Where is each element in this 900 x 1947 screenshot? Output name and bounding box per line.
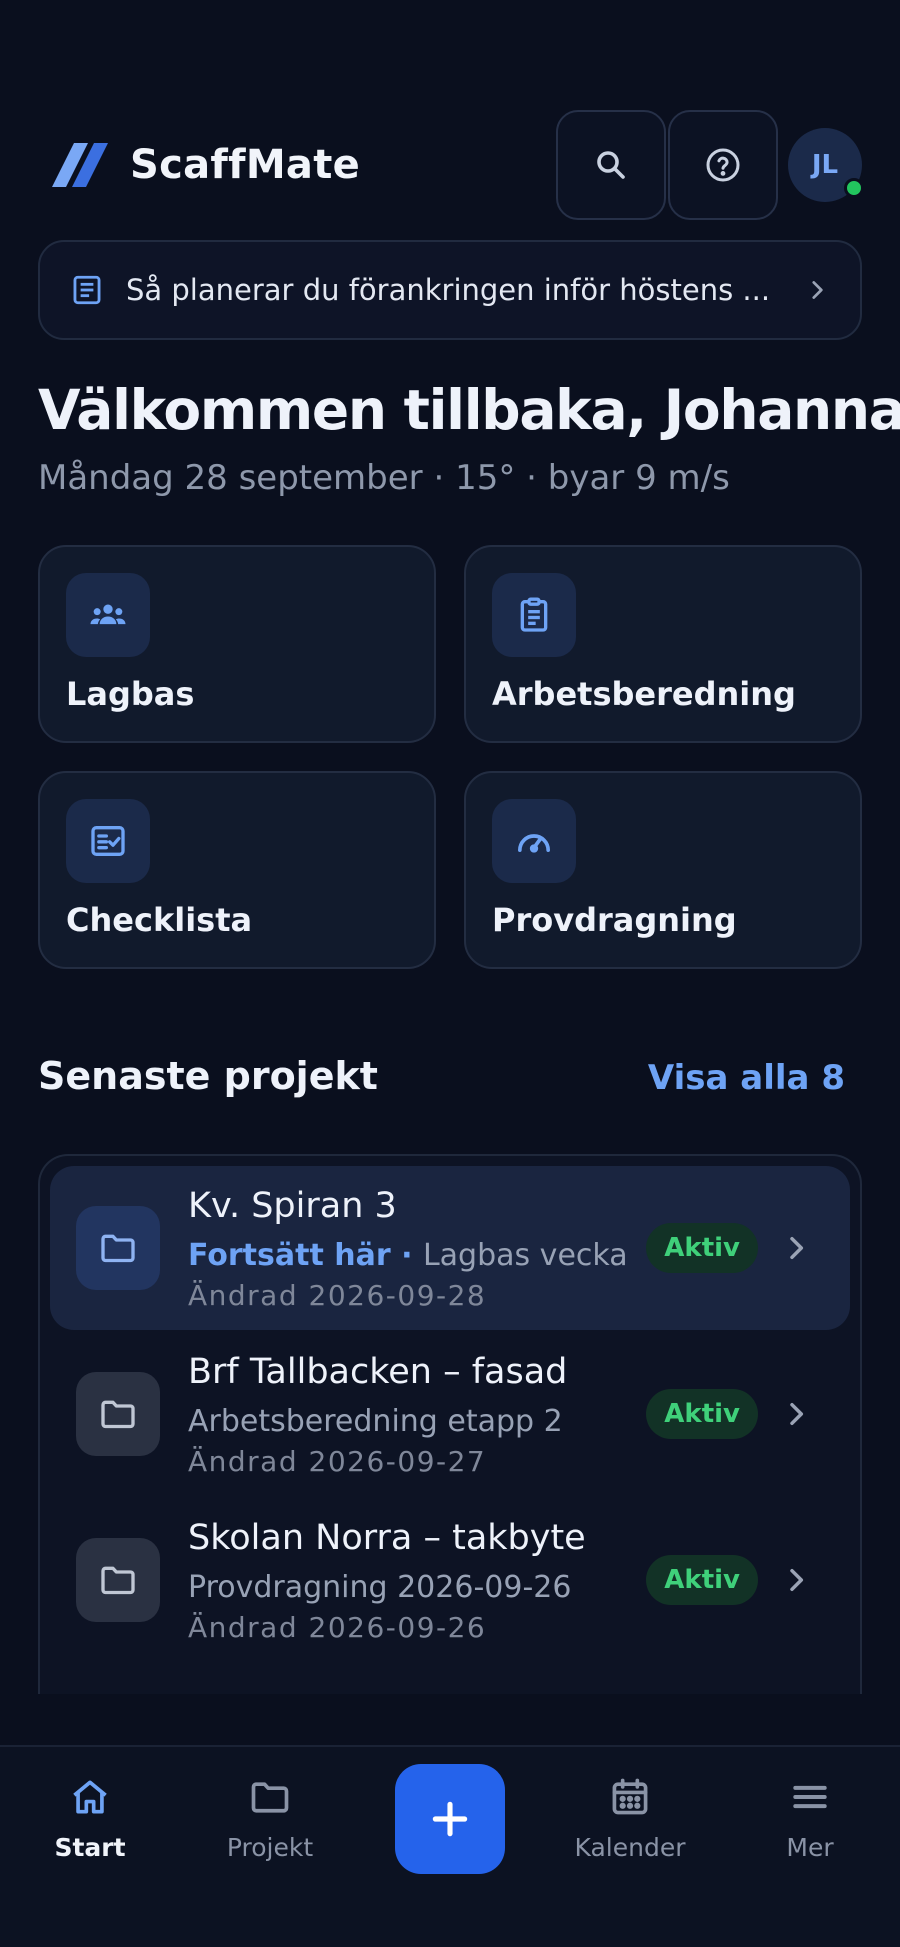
add-button[interactable]	[395, 1764, 505, 1874]
tab-label: Kalender	[574, 1833, 686, 1862]
announcement-text: Så planerar du förankringen inför hösten…	[126, 273, 771, 307]
quick-action-label: Arbetsberedning	[492, 675, 796, 713]
chevron-right-icon	[790, 1402, 804, 1426]
project-subtitle: Arbetsberedning etapp 2	[188, 1404, 563, 1439]
quick-action-label: Lagbas	[66, 675, 195, 713]
project-row[interactable]: Brf Tallbacken – fasad Arbetsberedning e…	[50, 1332, 850, 1496]
search-button[interactable]	[556, 110, 666, 220]
avatar-initials: JL	[811, 150, 839, 180]
view-all-link[interactable]: Visa alla 8	[648, 1058, 845, 1098]
folder-icon	[101, 1566, 135, 1595]
tab-start[interactable]: Start	[10, 1775, 170, 1895]
continue-label: Fortsätt här	[188, 1238, 391, 1273]
tab-kalender[interactable]: Kalender	[550, 1775, 710, 1895]
folder-icon	[101, 1234, 135, 1263]
project-modified-date: Ändrad 2026-09-27	[188, 1445, 487, 1478]
project-subtitle: Fortsätt här · Lagbas vecka ...	[188, 1238, 638, 1273]
quick-action-label: Checklista	[66, 901, 253, 939]
calendar-icon	[612, 1778, 648, 1815]
subtitle-separator: ·	[390, 1238, 423, 1273]
chevron-right-icon	[790, 1236, 804, 1260]
tab-label: Projekt	[226, 1833, 314, 1862]
project-name: Brf Tallbacken – fasad	[188, 1352, 568, 1392]
folder-icon	[101, 1400, 135, 1429]
checklist-icon	[91, 826, 125, 856]
search-icon	[597, 151, 625, 179]
project-subtitle: Provdragning 2026-09-26	[188, 1570, 572, 1605]
status-badge: Aktiv	[646, 1223, 758, 1273]
status-badge: Aktiv	[646, 1555, 758, 1605]
date-weather-subtitle: Måndag 28 september · 15° · byar 9 m/s	[38, 458, 730, 498]
help-button[interactable]	[668, 110, 778, 220]
announcement-banner[interactable]: Så planerar du förankringen inför hösten…	[38, 240, 862, 340]
brand-name: ScaffMate	[130, 142, 361, 188]
gauge-icon	[518, 834, 550, 853]
quick-action-arbetsberedning[interactable]: Arbetsberedning	[464, 545, 862, 743]
quick-action-label: Provdragning	[492, 901, 737, 939]
chevron-right-icon	[790, 1568, 804, 1592]
quick-action-provdragning[interactable]: Provdragning	[464, 771, 862, 969]
team-icon	[90, 604, 126, 625]
tab-mer[interactable]: Mer	[730, 1775, 890, 1895]
tab-label: Mer	[786, 1833, 834, 1862]
logo[interactable]: ScaffMate	[38, 141, 360, 189]
avatar[interactable]: JL	[788, 128, 864, 202]
menu-icon	[793, 1785, 827, 1809]
clipboard-icon	[520, 597, 548, 632]
bottom-tab-bar: Start Projekt Kalender Mer	[0, 1745, 900, 1947]
online-status-dot	[844, 178, 864, 198]
plus-icon	[432, 1801, 468, 1837]
recent-projects-list: Kv. Spiran 3 Fortsätt här · Lagbas vecka…	[38, 1154, 862, 1694]
project-modified-date: Ändrad 2026-09-26	[188, 1611, 487, 1644]
project-name: Kv. Spiran 3	[188, 1186, 397, 1226]
home-icon	[73, 1780, 107, 1814]
tab-projekt[interactable]: Projekt	[190, 1775, 350, 1895]
status-badge: Aktiv	[646, 1389, 758, 1439]
tab-label: Start	[54, 1833, 126, 1862]
logo-icon	[52, 143, 108, 187]
app-header: ScaffMate JL	[38, 110, 864, 220]
project-name: Skolan Norra – takbyte	[188, 1518, 586, 1558]
quick-action-checklista[interactable]: Checklista	[38, 771, 436, 969]
help-icon	[706, 148, 740, 182]
section-title: Senaste projekt	[38, 1054, 378, 1098]
project-modified-date: Ändrad 2026-09-28	[188, 1279, 487, 1312]
page-title: Välkommen tillbaka, Johanna	[38, 378, 900, 442]
folder-icon	[251, 1782, 289, 1813]
project-row[interactable]: Kv. Spiran 3 Fortsätt här · Lagbas vecka…	[50, 1166, 850, 1330]
chevron-right-icon	[812, 281, 823, 299]
document-icon	[73, 275, 101, 305]
project-subtitle-text: Lagbas vecka ...	[422, 1238, 638, 1273]
quick-action-lagbas[interactable]: Lagbas	[38, 545, 436, 743]
project-row[interactable]: Skolan Norra – takbyte Provdragning 2026…	[50, 1498, 850, 1662]
